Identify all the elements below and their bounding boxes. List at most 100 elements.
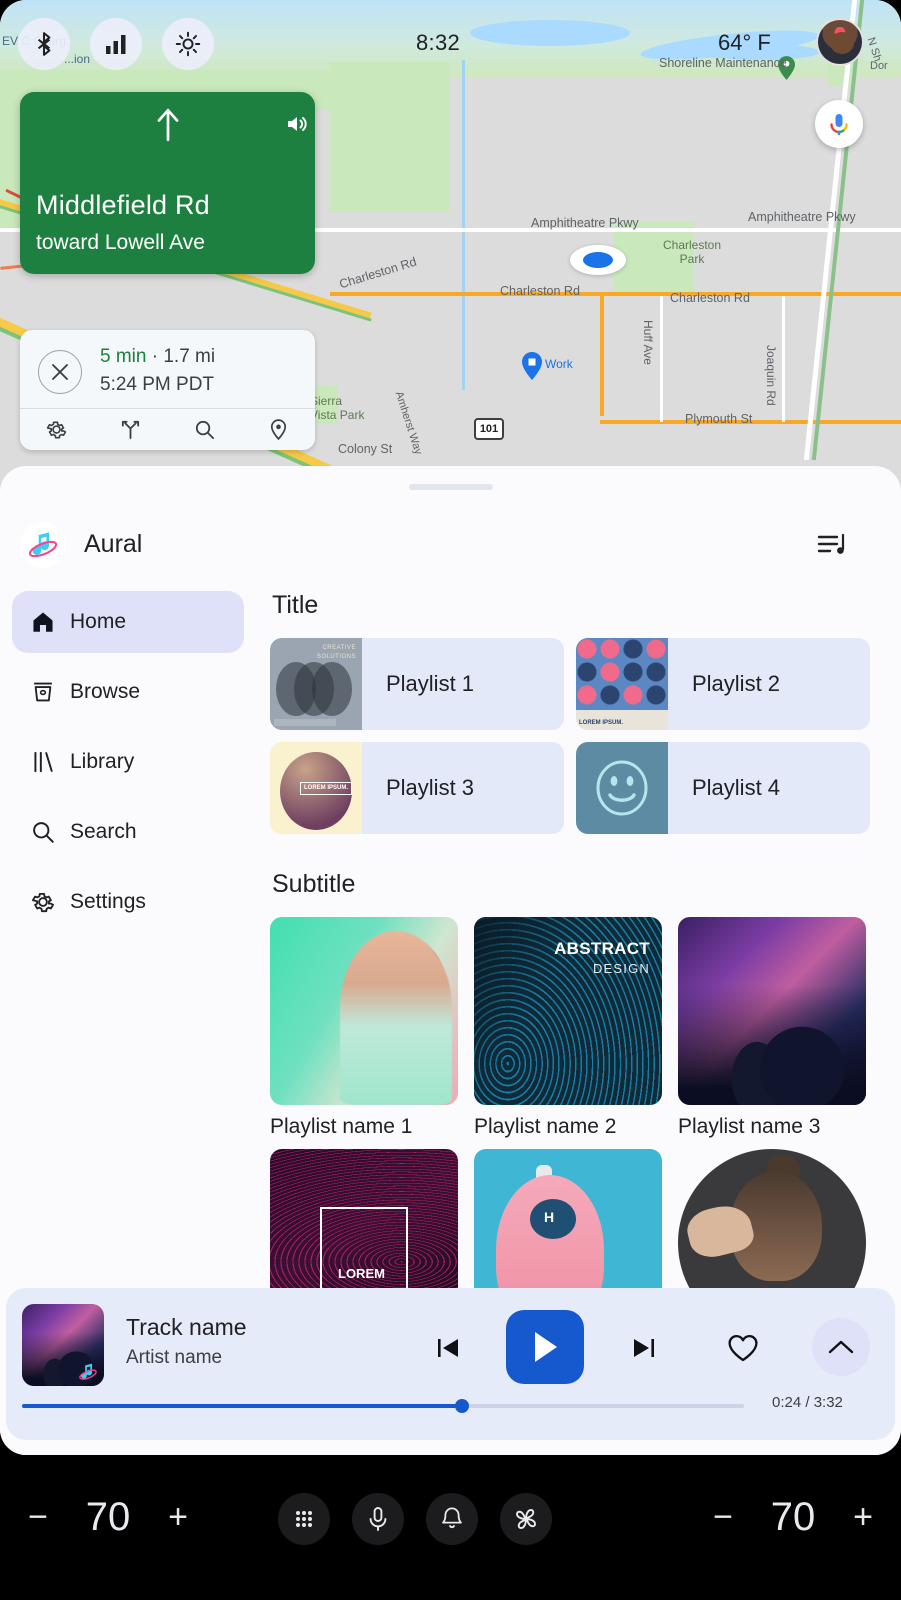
- artwork-caption: LOREM IPSUM.: [300, 782, 353, 795]
- sidebar-item-home[interactable]: Home: [12, 591, 244, 653]
- album-artwork: ABSTRACT DESIGN: [474, 917, 662, 1105]
- queue-music-icon[interactable]: [812, 528, 852, 564]
- album-artwork: [270, 917, 458, 1105]
- sidebar-label: Library: [70, 750, 135, 773]
- playlist-card[interactable]: LOREM IPSUM. Playlist 3: [270, 742, 564, 834]
- playback-time: 0:24 / 3:32: [772, 1394, 843, 1411]
- album-name: Playlist name 2: [474, 1115, 617, 1138]
- album-tile[interactable]: Playlist name 1: [270, 917, 458, 1139]
- bluetooth-icon[interactable]: [18, 18, 70, 70]
- map-label: Colony St: [338, 442, 393, 456]
- map-label-work: Work: [545, 357, 573, 371]
- location-pin-icon[interactable]: [241, 418, 315, 441]
- car-display-root: 101 Work Shoreline Maintenance Amphithea…: [0, 0, 901, 1600]
- eta-summary: 5 min · 1.7 mi: [100, 346, 215, 368]
- fan-up-button[interactable]: +: [839, 1498, 887, 1537]
- left-volume-value: 70: [85, 1495, 131, 1539]
- map-label: Joaquin Rd: [764, 345, 778, 406]
- sidebar-item-library[interactable]: Library: [12, 731, 244, 793]
- sidebar-nav: Home Browse Library Search Settings: [12, 591, 244, 941]
- nav-toward-text: toward Lowell Ave: [36, 231, 205, 254]
- map-road-major: [600, 296, 604, 416]
- search-icon: [30, 819, 64, 845]
- sidebar-label: Browse: [70, 680, 141, 703]
- sidebar-item-settings[interactable]: Settings: [12, 871, 244, 933]
- chevron-up-icon[interactable]: [812, 1318, 870, 1376]
- playlist-name: Playlist 1: [386, 671, 475, 696]
- skip-previous-icon[interactable]: [428, 1328, 468, 1368]
- work-destination-pin[interactable]: [522, 352, 542, 380]
- playlist-card[interactable]: LOREM IPSUM. Playlist 2: [576, 638, 870, 730]
- artwork-figure: [340, 931, 452, 1105]
- status-clock: 8:32: [416, 30, 461, 55]
- sidebar-item-browse[interactable]: Browse: [12, 661, 244, 723]
- map-creek: [462, 60, 465, 390]
- smiley-icon: [596, 760, 648, 816]
- skip-next-icon[interactable]: [624, 1328, 664, 1368]
- browse-icon: [30, 679, 64, 705]
- sidebar-label: Search: [70, 820, 137, 843]
- now-playing-artwork[interactable]: [22, 1304, 104, 1386]
- playlist-card[interactable]: Playlist 4: [576, 742, 870, 834]
- avatar[interactable]: [816, 18, 864, 66]
- assistant-mic-button[interactable]: [815, 100, 863, 148]
- playlist-artwork: [576, 742, 668, 834]
- album-tile[interactable]: ABSTRACT DESIGN Playlist name 2: [474, 917, 662, 1139]
- volume-up-button[interactable]: +: [154, 1498, 202, 1537]
- app-header: Aural: [0, 518, 901, 578]
- progress-slider[interactable]: [22, 1399, 744, 1413]
- section-title: Title: [272, 591, 319, 619]
- play-button[interactable]: [506, 1310, 584, 1384]
- system-icon-row: [278, 1493, 552, 1545]
- volume-down-button[interactable]: −: [14, 1498, 62, 1537]
- microphone-icon[interactable]: [352, 1493, 404, 1545]
- map-label: Amphitheatre Pkwy: [748, 210, 856, 224]
- search-icon[interactable]: [168, 418, 242, 441]
- infotainment-screen: 101 Work Shoreline Maintenance Amphithea…: [0, 0, 901, 1455]
- section-subtitle: Subtitle: [272, 870, 356, 898]
- straight-arrow-icon: [157, 108, 179, 142]
- track-name: Track name: [126, 1314, 247, 1340]
- map-label: Amphitheatre Pkwy: [531, 216, 639, 230]
- app-grid-icon[interactable]: [278, 1493, 330, 1545]
- route-alternatives-icon[interactable]: [94, 418, 168, 441]
- panel-drag-handle[interactable]: [408, 484, 493, 490]
- fan-climate-icon[interactable]: [500, 1493, 552, 1545]
- fan-down-button[interactable]: −: [699, 1498, 747, 1537]
- eta-tools-row: [20, 409, 315, 450]
- map-road: [660, 296, 663, 422]
- album-grid: Playlist name 1 ABSTRACT DESIGN Playlist…: [270, 917, 890, 1337]
- microphone-icon: [830, 114, 848, 135]
- artwork-footer-bar: [274, 719, 336, 726]
- eta-distance: 1.7 mi: [163, 346, 216, 367]
- map-label: Charleston Rd: [500, 284, 580, 298]
- signal-bars-icon[interactable]: [90, 18, 142, 70]
- artwork-title: ABSTRACT: [554, 939, 650, 958]
- eta-duration: 5 min: [100, 346, 147, 367]
- nav-road-name: Middlefield Rd: [36, 190, 210, 220]
- playlist-name: Playlist 4: [692, 775, 781, 800]
- notification-bell-icon[interactable]: [426, 1493, 478, 1545]
- left-volume-control: − 70 +: [14, 1495, 202, 1540]
- sidebar-item-search[interactable]: Search: [12, 801, 244, 863]
- map-label: Huff Ave: [641, 320, 655, 365]
- artwork-caption: LOREM: [338, 1266, 385, 1281]
- eta-arrival-time: 5:24 PM PDT: [100, 374, 215, 395]
- navigation-instruction-card[interactable]: Middlefield Rd toward Lowell Ave: [20, 92, 315, 274]
- artwork-caption: LOREM IPSUM.: [579, 720, 624, 727]
- brightness-sun-icon[interactable]: [162, 18, 214, 70]
- volume-on-icon[interactable]: [284, 112, 310, 136]
- album-tile[interactable]: Playlist name 3: [678, 917, 866, 1139]
- home-icon: [30, 609, 64, 635]
- status-temperature: 64° F: [718, 30, 771, 55]
- now-playing-bar: Track name Artist name: [6, 1288, 895, 1440]
- heart-icon[interactable]: [721, 1326, 765, 1370]
- map-road-major: [330, 292, 901, 296]
- artwork-caption: CREATIVE SOLUTIONS: [317, 644, 356, 662]
- settings-icon[interactable]: [20, 418, 94, 441]
- album-artwork: [678, 917, 866, 1105]
- eta-separator: ·: [146, 346, 164, 367]
- close-icon[interactable]: [38, 350, 82, 394]
- playlist-card[interactable]: CREATIVE SOLUTIONS Playlist 1: [270, 638, 564, 730]
- map-label: Charleston Rd: [337, 254, 419, 292]
